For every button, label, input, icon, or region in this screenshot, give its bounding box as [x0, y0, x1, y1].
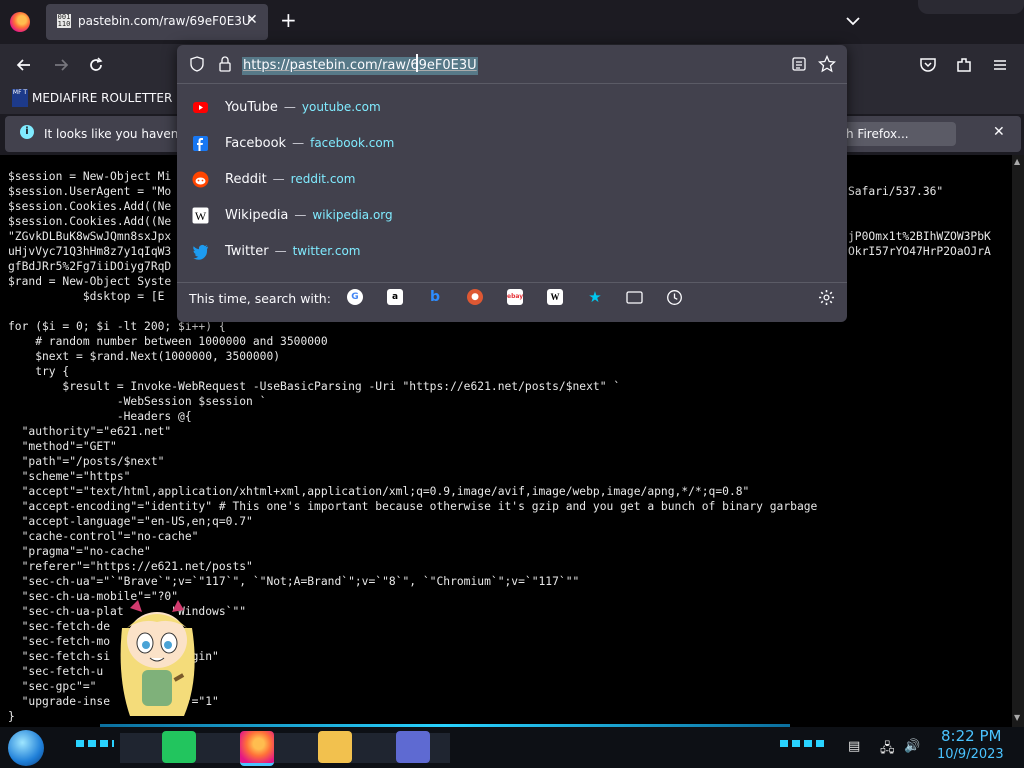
network-icon[interactable]: 🖧: [880, 739, 895, 761]
svg-text:W: W: [195, 209, 207, 223]
suggestion-url: youtube.com: [301, 100, 381, 114]
url-input[interactable]: https://pastebin.com/raw/69eF0E3U: [242, 57, 478, 75]
list-all-tabs-icon[interactable]: [844, 12, 862, 30]
window-controls[interactable]: [918, 0, 1024, 14]
suggestion-url: wikipedia.org: [312, 208, 393, 222]
tabs-icon[interactable]: [626, 290, 643, 305]
notes-app-icon[interactable]: [162, 731, 196, 763]
notification-close-icon[interactable]: ✕: [993, 124, 1005, 140]
notification-message: It looks like you haven't s: [44, 127, 197, 141]
amazon-icon[interactable]: a: [387, 289, 403, 305]
twitter-icon: [193, 244, 208, 260]
suggestion-separator: —: [283, 100, 296, 114]
volume-icon[interactable]: 🔊: [904, 739, 920, 754]
new-tab-icon[interactable]: +: [280, 10, 297, 30]
ebay-icon[interactable]: ebay: [507, 289, 523, 305]
forward-icon[interactable]: [51, 55, 71, 75]
suggestion-title: YouTube: [225, 100, 278, 115]
shield-icon[interactable]: [189, 56, 205, 72]
tab-title: pastebin.com/raw/69eF0E3U: [78, 14, 251, 28]
suggestion-separator: —: [272, 172, 285, 186]
bookmark-star-icon[interactable]: [818, 55, 836, 73]
suggestion-title: Twitter: [225, 244, 269, 259]
suggestion-separator: —: [294, 208, 307, 222]
cartoon-character-sticker: [120, 600, 195, 716]
info-icon: i: [20, 125, 34, 139]
suggestion-title: Facebook: [225, 136, 287, 151]
wikipedia-icon[interactable]: W: [547, 289, 563, 305]
suggestion-separator: —: [274, 244, 287, 258]
suggestion-title: Reddit: [225, 172, 267, 187]
reload-icon[interactable]: [86, 55, 106, 75]
scroll-up-icon[interactable]: ▲: [1014, 157, 1020, 166]
reader-view-icon[interactable]: [791, 56, 807, 72]
duckduckgo-icon[interactable]: ●: [467, 289, 483, 305]
suggestion-url: twitter.com: [292, 244, 361, 258]
suggestion-url: facebook.com: [310, 136, 395, 150]
search-with-label: This time, search with:: [189, 291, 331, 306]
code-line-fragment: OkrI57rYO47HrP2OaOJrA: [848, 245, 991, 258]
firefox-taskbar-icon[interactable]: [240, 731, 274, 766]
bing-icon[interactable]: b: [427, 289, 443, 305]
bookmark-mediafire-roulette[interactable]: MEDIAFIRE ROULETTER: [32, 91, 172, 105]
menu-icon[interactable]: [990, 55, 1010, 75]
tab-close-icon[interactable]: ✕: [246, 12, 1014, 28]
text-cursor: [416, 54, 418, 72]
wikipedia-icon: W: [192, 207, 209, 224]
search-settings-gear-icon[interactable]: [818, 289, 835, 306]
suggestion-title: Wikipedia: [225, 208, 289, 223]
clock-time[interactable]: 8:22 PM: [941, 727, 1001, 745]
code-line-fragment: Safari/537.36": [848, 185, 944, 198]
control-panel-icon[interactable]: [396, 731, 430, 763]
clock-date[interactable]: 10/9/2023: [937, 747, 1004, 762]
extensions-icon[interactable]: [954, 55, 974, 75]
back-icon[interactable]: [14, 55, 34, 75]
google-icon[interactable]: G: [347, 289, 363, 305]
file-explorer-icon[interactable]: [318, 731, 352, 763]
youtube-icon: [193, 102, 208, 113]
code-line-fragment: jP0Omx1t%2BIhWZOW3PbK: [848, 230, 991, 243]
mediafire-bookmark-icon: MF T: [12, 89, 28, 107]
taskbar-decor: [76, 740, 114, 747]
vertical-scrollbar[interactable]: [1012, 155, 1024, 727]
facebook-icon: [193, 136, 208, 151]
pastebin-favicon-icon: 001 110: [57, 13, 71, 28]
reddit-icon: [192, 171, 209, 188]
start-button[interactable]: [8, 730, 44, 766]
firefox-logo-icon[interactable]: [10, 12, 30, 32]
notification-action-label: h Firefox...: [846, 127, 909, 141]
history-icon[interactable]: [666, 289, 683, 306]
lock-icon[interactable]: [218, 56, 232, 72]
pocket-icon[interactable]: [918, 55, 938, 75]
suggestion-separator: —: [292, 136, 305, 150]
scroll-down-icon[interactable]: ▼: [1014, 713, 1020, 722]
bookmarks-icon[interactable]: ★: [587, 289, 603, 305]
divider: [177, 282, 847, 283]
taskbar-decor: [780, 740, 824, 747]
suggestion-url: reddit.com: [290, 172, 356, 186]
keyboard-icon[interactable]: ▤: [848, 739, 860, 754]
